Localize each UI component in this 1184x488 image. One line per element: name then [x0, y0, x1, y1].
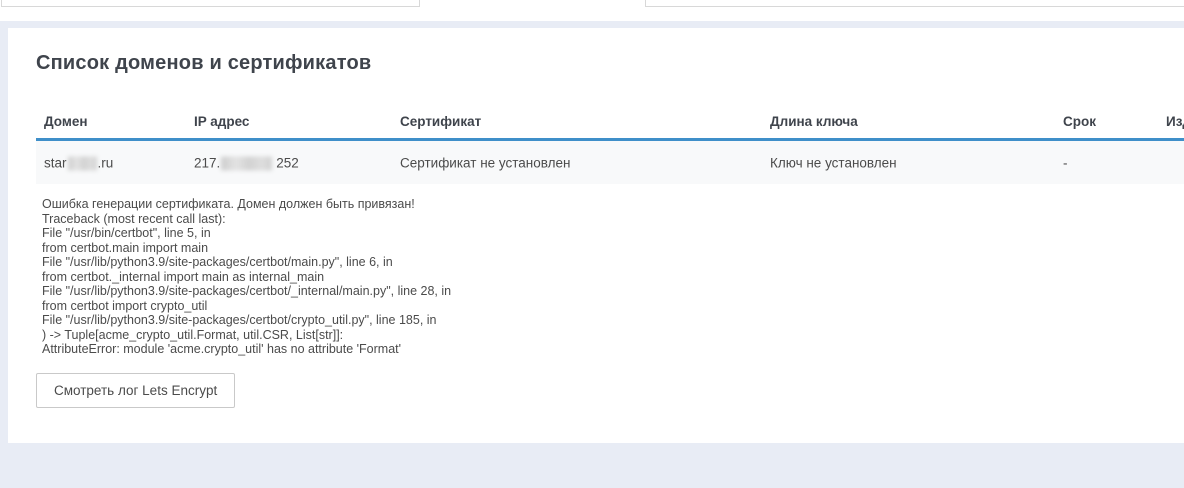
domain-cell[interactable]: star .ru — [44, 155, 113, 170]
error-log-line: Traceback (most recent call last): — [42, 212, 451, 227]
error-log-line: AttributeError: module 'acme.crypto_util… — [42, 342, 451, 357]
certificate-cell: Сертификат не установлен — [400, 155, 570, 170]
column-header-certificate[interactable]: Сертификат — [400, 114, 481, 129]
error-log-line: File "/usr/lib/python3.9/site-packages/c… — [42, 313, 451, 328]
content-panel: Список доменов и сертификатов Домен IP а… — [8, 28, 1184, 443]
error-log-line: Ошибка генерации сертификата. Домен долж… — [42, 197, 451, 212]
page-title: Список доменов и сертификатов — [36, 52, 371, 75]
column-header-issuer-clipped[interactable]: Изд — [1166, 114, 1184, 129]
error-log-line: File "/usr/lib/python3.9/site-packages/c… — [42, 284, 451, 299]
ip-prefix: 217. — [194, 155, 220, 170]
error-log-line: from certbot import crypto_util — [42, 299, 451, 314]
tab-partial-left[interactable] — [1, 0, 420, 7]
column-header-ip[interactable]: IP адрес — [194, 114, 249, 129]
redacted-ip-blur — [221, 156, 272, 170]
column-header-term[interactable]: Срок — [1063, 114, 1096, 129]
redacted-domain-blur — [68, 156, 97, 170]
error-log-line: File "/usr/lib/python3.9/site-packages/c… — [42, 255, 451, 270]
view-lets-encrypt-log-button[interactable]: Смотреть лог Lets Encrypt — [36, 373, 235, 408]
term-cell: - — [1063, 155, 1068, 170]
error-log-line: File "/usr/bin/certbot", line 5, in — [42, 226, 451, 241]
error-log-line: from certbot._internal import main as in… — [42, 270, 451, 285]
table-header: Домен IP адрес Сертификат Длина ключа Ср… — [36, 111, 1184, 138]
domain-suffix: .ru — [98, 155, 114, 170]
column-header-key-length[interactable]: Длина ключа — [770, 114, 858, 129]
error-log-line: from certbot.main import main — [42, 241, 451, 256]
page: { "theme": { "page-bg": "#e8ecf5", "pane… — [0, 0, 1184, 488]
ip-suffix: 252 — [276, 155, 299, 170]
ip-cell: 217. 252 — [194, 155, 299, 170]
error-log: Ошибка генерации сертификата. Домен долж… — [42, 197, 451, 357]
tab-partial-right[interactable] — [645, 0, 1184, 7]
key-length-cell: Ключ не установлен — [770, 155, 897, 170]
column-header-domain[interactable]: Домен — [44, 114, 88, 129]
error-log-line: ) -> Tuple[acme_crypto_util.Format, util… — [42, 328, 451, 343]
tab-bar — [0, 0, 1184, 21]
table-row[interactable]: star .ru 217. 252 Сертификат не установлен… — [36, 141, 1184, 184]
domain-prefix: star — [44, 155, 67, 170]
